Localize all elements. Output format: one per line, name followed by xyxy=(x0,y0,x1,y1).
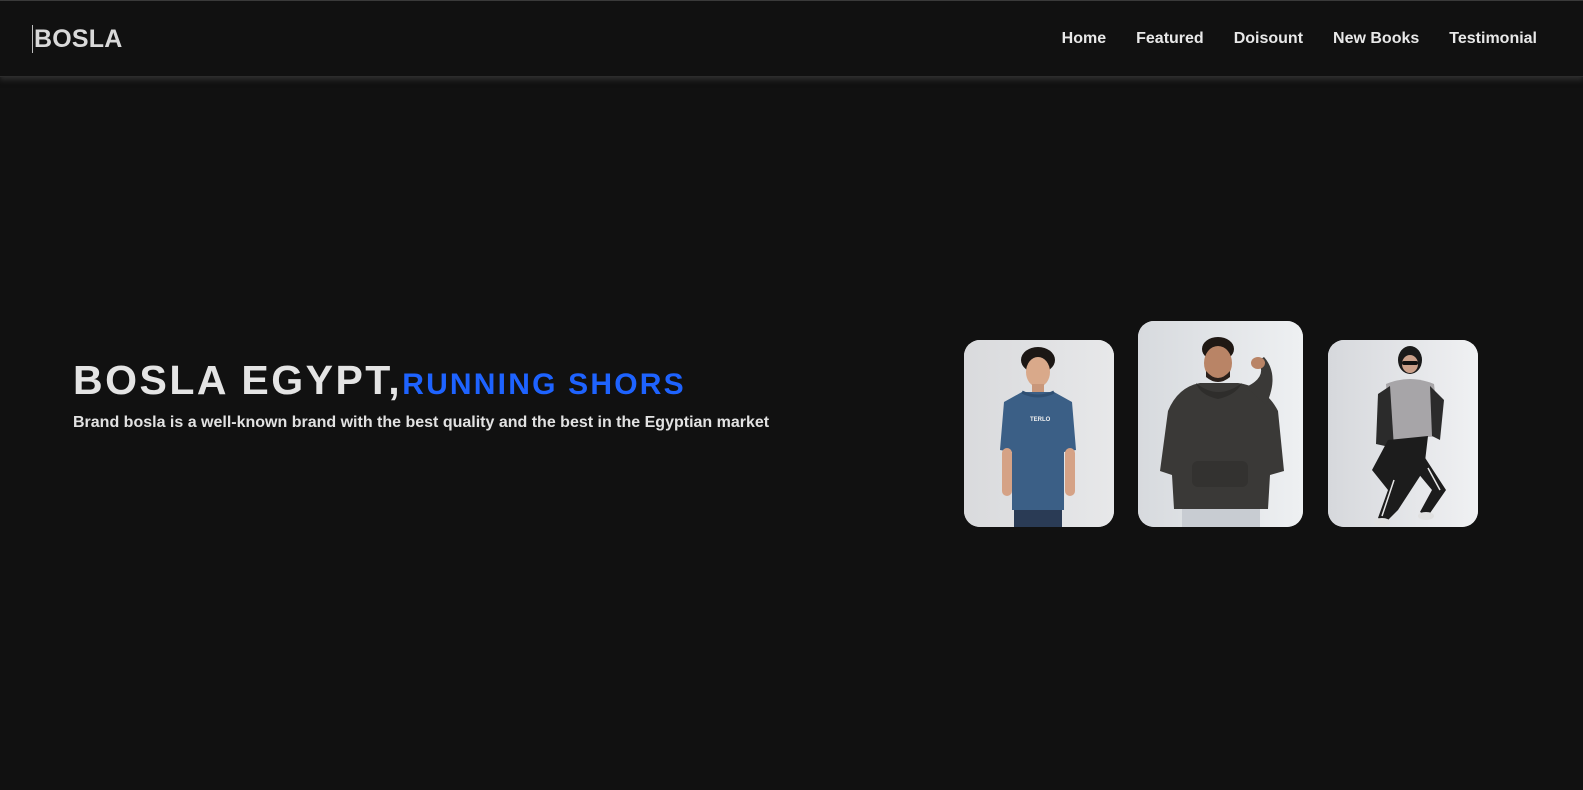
nav-testimonial-link[interactable]: Testimonial xyxy=(1449,29,1537,49)
hero-headline-accent: RUNNING SHORS xyxy=(402,368,686,401)
nav-new-books-link[interactable]: New Books xyxy=(1333,29,1419,49)
hero-headline-main: BOSLA EGYPT, xyxy=(73,357,403,403)
product-photo-grey-hoodie xyxy=(1328,340,1478,527)
product-photo-black-hoodie xyxy=(1138,321,1303,527)
product-card-grey-hoodie[interactable] xyxy=(1328,340,1478,527)
site-header: BOSLA Home Featured Doisount New Books T… xyxy=(0,1,1583,77)
nav-home-link[interactable]: Home xyxy=(1062,29,1106,49)
brand-logo[interactable]: BOSLA xyxy=(32,25,123,53)
product-card-black-hoodie[interactable] xyxy=(1138,321,1303,527)
product-photo-blue-tshirt xyxy=(964,340,1114,527)
hero-section: BOSLA EGYPT,RUNNING SHORS Brand bosla is… xyxy=(73,357,873,433)
hero-headline: BOSLA EGYPT,RUNNING SHORS xyxy=(73,357,873,408)
nav-featured-link[interactable]: Featured xyxy=(1136,29,1204,49)
hero-tagline: Brand bosla is a well-known brand with t… xyxy=(73,414,770,431)
nav-discount-link[interactable]: Doisount xyxy=(1234,29,1303,49)
product-card-blue-tshirt[interactable]: TERLO xyxy=(964,340,1114,527)
shirt-print-text: TERLO xyxy=(1030,417,1051,423)
main-nav: Home Featured Doisount New Books Testimo… xyxy=(1062,29,1537,49)
